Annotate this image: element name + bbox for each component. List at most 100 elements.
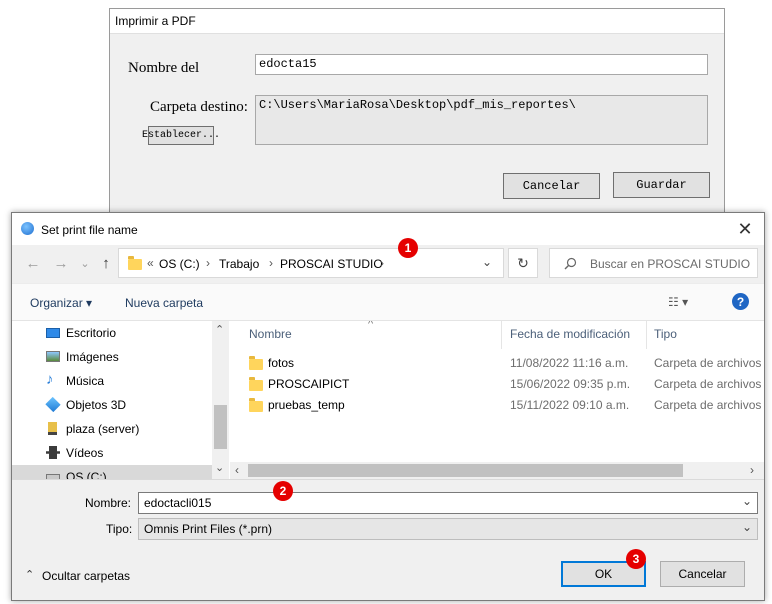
filename-label: Nombre:	[85, 496, 132, 510]
save-file-dialog: Set print file name ✕ ← → ⌄ ↑ « OS (C:) …	[11, 212, 765, 601]
column-divider[interactable]	[646, 321, 647, 349]
tree-item-os-drive[interactable]: OS (C:)	[12, 465, 212, 479]
videos-icon	[46, 446, 60, 459]
column-divider[interactable]	[501, 321, 502, 349]
3d-objects-icon	[45, 396, 61, 413]
set-folder-button[interactable]: Establecer...	[142, 126, 220, 145]
file-row[interactable]: PROSCAIPICT 15/06/2022 09:35 p.m. Carpet…	[230, 374, 764, 395]
tree-item-plaza[interactable]: plaza (server)	[12, 417, 212, 441]
forward-arrow-icon[interactable]: →	[50, 252, 72, 274]
sort-ascending-icon: ^	[368, 321, 374, 330]
folder-icon	[128, 256, 142, 270]
file-name: fotos	[268, 356, 295, 370]
navigation-tree: Escritorio Imágenes ♪ Música Objetos 3D …	[12, 321, 230, 479]
pictures-icon	[46, 351, 60, 362]
file-name: pruebas_temp	[268, 398, 345, 412]
tree-item-label: Vídeos	[66, 446, 104, 460]
breadcrumb-separator: ›	[269, 256, 273, 270]
tree-item-label: Objetos 3D	[66, 398, 127, 412]
file-row[interactable]: pruebas_temp 15/11/2022 09:10 a.m. Carpe…	[230, 395, 764, 416]
search-box[interactable]: Buscar en PROSCAI STUDIO	[549, 248, 758, 278]
filename-input[interactable]: edoctacli015	[138, 492, 758, 514]
search-icon	[564, 257, 577, 270]
tree-item-label: Escritorio	[66, 326, 117, 340]
file-name: PROSCAIPICT	[268, 377, 350, 391]
scroll-up-icon[interactable]: ⌃	[215, 323, 224, 336]
tree-item-label: Música	[66, 374, 105, 388]
breadcrumb-item-trabajo[interactable]: Trabajo	[219, 257, 259, 271]
name-label: Nombre del	[128, 60, 200, 76]
folder-icon	[249, 398, 263, 412]
dest-folder-label: Carpeta destino:	[150, 99, 248, 115]
column-header-date[interactable]: Fecha de modificación	[510, 327, 630, 341]
breadcrumb-separator: ›	[380, 256, 384, 270]
address-dropdown-icon[interactable]: ⌄	[482, 255, 492, 269]
annotation-badge: 1	[398, 238, 418, 258]
cancel-dialog-button[interactable]: Cancelar	[660, 561, 745, 587]
file-type: Carpeta de archivos	[654, 377, 762, 391]
pdf-dialog-titlebar: Imprimir a PDF	[110, 9, 724, 34]
tree-item-desktop[interactable]: Escritorio	[12, 321, 212, 345]
column-header-name[interactable]: Nombre	[249, 327, 292, 341]
filetype-select[interactable]: Omnis Print Files (*.prn)	[138, 518, 758, 540]
up-arrow-icon[interactable]: ↑	[95, 252, 117, 274]
back-arrow-icon[interactable]: ←	[22, 252, 44, 274]
folder-icon	[249, 377, 263, 391]
breadcrumb-separator: ›	[206, 256, 210, 270]
search-placeholder: Buscar en PROSCAI STUDIO	[590, 257, 751, 271]
save-button[interactable]: Guardar	[613, 172, 710, 198]
address-bar[interactable]: « OS (C:) › Trabajo › PROSCAI STUDIO › ⌄	[118, 248, 504, 278]
filetype-dropdown-icon[interactable]: ⌄	[742, 520, 752, 534]
save-dialog-title: Set print file name	[41, 223, 138, 237]
file-list-hscrollbar[interactable]: ‹ ›	[230, 462, 764, 479]
annotation-badge: 3	[626, 549, 646, 569]
scroll-right-icon[interactable]: ›	[750, 463, 754, 477]
close-icon[interactable]: ✕	[734, 218, 756, 240]
pdf-dialog-title: Imprimir a PDF	[115, 14, 196, 28]
pdf-name-input[interactable]: edocta15	[255, 54, 708, 75]
globe-icon	[21, 222, 34, 235]
command-toolbar: Organizar ▾ Nueva carpeta ☷ ▾ ?	[12, 283, 764, 321]
scroll-left-icon[interactable]: ‹	[235, 463, 239, 477]
help-icon[interactable]: ?	[732, 293, 749, 310]
recent-dropdown-icon[interactable]: ⌄	[74, 252, 96, 274]
filetype-label: Tipo:	[106, 522, 133, 536]
tree-item-music[interactable]: ♪ Música	[12, 369, 212, 393]
tree-item-label: OS (C:)	[66, 470, 107, 479]
cancel-button[interactable]: Cancelar	[503, 173, 600, 199]
tree-scrollbar[interactable]: ⌃ ⌄	[212, 321, 229, 479]
file-type: Carpeta de archivos	[654, 356, 762, 370]
folder-icon	[249, 356, 263, 370]
breadcrumb-item-proscai[interactable]: PROSCAI STUDIO	[280, 257, 383, 271]
tree-item-3d-objects[interactable]: Objetos 3D	[12, 393, 212, 417]
tree-item-videos[interactable]: Vídeos	[12, 441, 212, 465]
desktop-icon	[46, 328, 60, 338]
file-date: 15/11/2022 09:10 a.m.	[510, 398, 630, 412]
file-date: 11/08/2022 11:16 a.m.	[510, 356, 629, 370]
file-type: Carpeta de archivos	[654, 398, 762, 412]
file-date: 15/06/2022 09:35 p.m.	[510, 377, 631, 391]
hide-folders-toggle[interactable]: Ocultar carpetas	[42, 569, 130, 583]
view-options-icon[interactable]: ☷ ▾	[668, 295, 688, 309]
dest-folder-field[interactable]: C:\Users\MariaRosa\Desktop\pdf_mis_repor…	[255, 95, 708, 145]
network-drive-icon	[48, 422, 57, 435]
pdf-dialog: Imprimir a PDF Nombre del edocta15 Carpe…	[109, 8, 725, 218]
breadcrumb-item-os[interactable]: OS (C:)	[159, 257, 200, 271]
save-dialog-titlebar: Set print file name ✕	[12, 213, 764, 245]
hscroll-thumb[interactable]	[248, 464, 683, 477]
tree-scroll-thumb[interactable]	[214, 405, 227, 449]
music-icon: ♪	[46, 371, 54, 388]
tree-item-pictures[interactable]: Imágenes	[12, 345, 212, 369]
file-row[interactable]: fotos 11/08/2022 11:16 a.m. Carpeta de a…	[230, 353, 764, 374]
breadcrumb-overflow[interactable]: «	[147, 256, 154, 270]
file-list: ^ Nombre Fecha de modificación Tipo foto…	[230, 321, 764, 479]
new-folder-button[interactable]: Nueva carpeta	[125, 296, 203, 310]
annotation-badge: 2	[273, 481, 293, 501]
filename-dropdown-icon[interactable]: ⌄	[742, 494, 752, 508]
refresh-icon[interactable]: ↻	[508, 248, 538, 278]
scroll-down-icon[interactable]: ⌄	[215, 461, 224, 474]
column-header-type[interactable]: Tipo	[654, 327, 677, 341]
tree-item-label: Imágenes	[66, 350, 119, 364]
organize-menu-button[interactable]: Organizar ▾	[30, 296, 92, 310]
chevron-up-icon[interactable]: ⌃	[25, 568, 34, 581]
